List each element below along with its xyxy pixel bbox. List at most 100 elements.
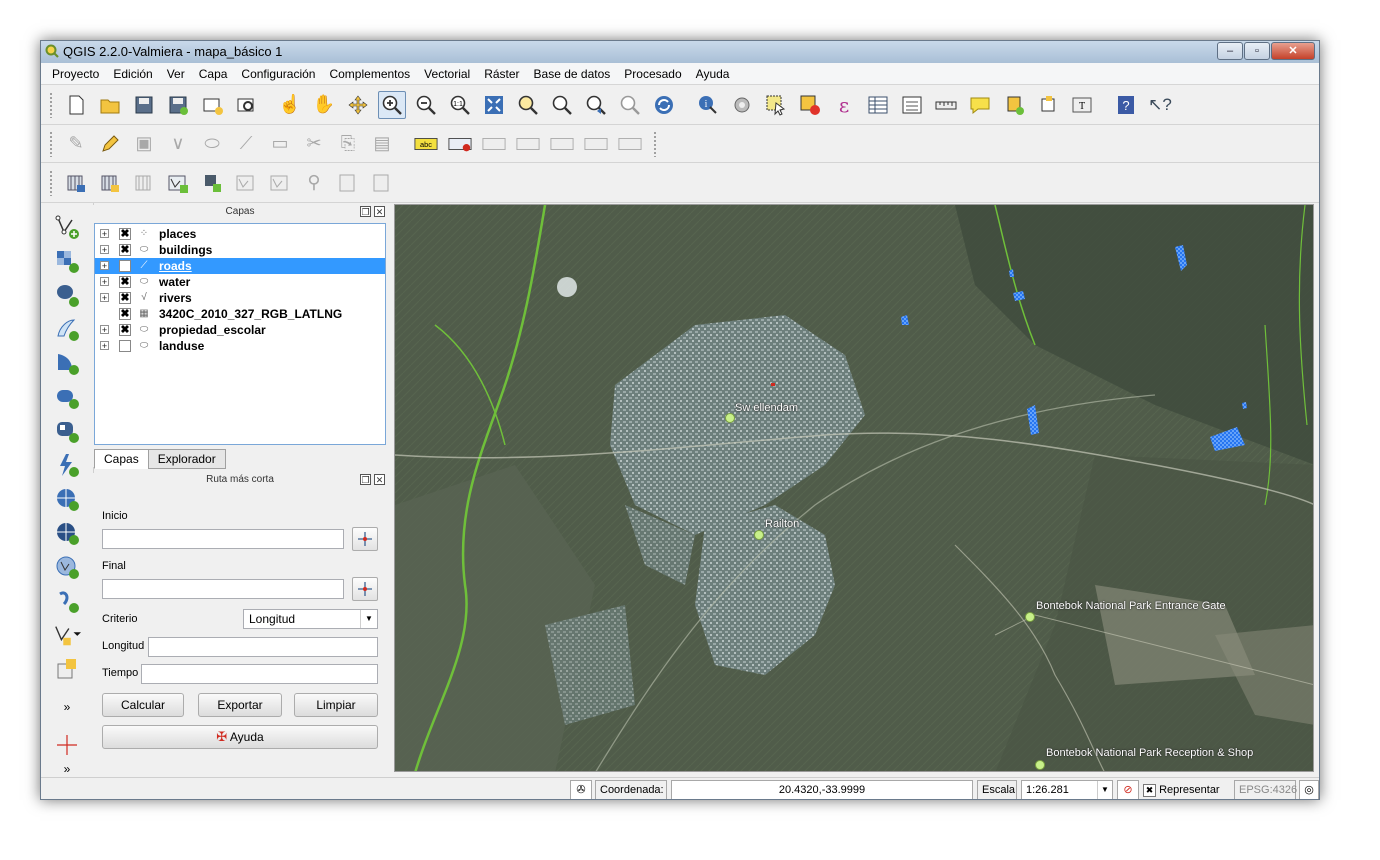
time-result-field[interactable] — [141, 664, 378, 684]
table-export-icon[interactable] — [368, 169, 396, 197]
new-vector-layer-icon[interactable] — [53, 621, 81, 649]
expand-icon[interactable]: + — [100, 293, 109, 303]
select-by-expression-icon[interactable]: ε — [830, 91, 858, 119]
menu-procesado[interactable]: Procesado — [617, 67, 688, 81]
pan-to-selection-icon[interactable] — [344, 91, 372, 119]
float-panel-icon[interactable]: ❐ — [360, 474, 371, 485]
zoom-last-icon[interactable] — [582, 91, 610, 119]
expand-icon[interactable]: + — [100, 325, 109, 335]
menu-vectorial[interactable]: Vectorial — [417, 67, 477, 81]
pan-hand-icon[interactable]: ✋ — [310, 91, 338, 119]
criteria-select[interactable]: Longitud ▼ — [243, 609, 378, 629]
layer-visibility-checkbox[interactable]: ✖ — [119, 276, 131, 288]
zoom-to-selection-icon[interactable] — [514, 91, 542, 119]
expand-icon[interactable]: + — [100, 245, 109, 255]
open-project-icon[interactable] — [96, 91, 124, 119]
map-canvas[interactable]: Sw ellendam Railton Bontebok National Pa… — [394, 204, 1314, 772]
zoom-native-resolution-icon[interactable]: 1:1 — [446, 91, 474, 119]
layer-labeling-icon[interactable] — [446, 130, 474, 158]
expand-icon[interactable]: + — [100, 261, 109, 271]
layer-visibility-checkbox[interactable]: ✖ — [119, 308, 131, 320]
zoom-to-layer-icon[interactable] — [548, 91, 576, 119]
pick-end-point-button[interactable] — [352, 577, 378, 601]
length-result-field[interactable] — [148, 637, 378, 657]
menu-raster[interactable]: Ráster — [477, 67, 526, 81]
message-log-icon[interactable]: ◎ — [1299, 780, 1319, 799]
close-panel-icon[interactable]: ✕ — [374, 206, 385, 217]
close-panel-icon[interactable]: ✕ — [374, 474, 385, 485]
calculate-button[interactable]: Calcular — [102, 693, 184, 717]
labeling-icon[interactable]: abc — [412, 130, 440, 158]
toolbar-grip[interactable] — [653, 130, 657, 157]
layer-item-landuse[interactable]: + ⬭ landuse — [95, 338, 385, 354]
expand-icon[interactable]: + — [100, 229, 109, 239]
layer-item-places[interactable]: + ✖ ⁘ places — [95, 226, 385, 242]
menu-complementos[interactable]: Complementos — [322, 67, 417, 81]
add-oracle-layer-icon[interactable] — [53, 383, 81, 411]
open-attribute-table-icon[interactable] — [864, 91, 892, 119]
select-features-icon[interactable] — [762, 91, 790, 119]
tab-capas[interactable]: Capas — [94, 449, 149, 469]
text-annotation-icon[interactable]: T — [1068, 91, 1096, 119]
layer-visibility-checkbox[interactable] — [119, 340, 131, 352]
paste-features-icon[interactable]: ▤ — [368, 130, 396, 158]
run-action-icon[interactable] — [728, 91, 756, 119]
whats-this-icon[interactable]: ↖? — [1146, 91, 1174, 119]
refresh-icon[interactable] — [650, 91, 678, 119]
map-tips-icon[interactable] — [966, 91, 994, 119]
move-feature-icon[interactable]: ⬭ — [198, 130, 226, 158]
add-vertex-layer-icon[interactable] — [164, 169, 192, 197]
menu-ayuda[interactable]: Ayuda — [689, 67, 737, 81]
layer-item-propiedad-escolar[interactable]: + ✖ ⬭ propiedad_escolar — [95, 322, 385, 338]
coordinate-field[interactable]: 20.4320,-33.9999 — [671, 780, 973, 799]
new-bookmark-icon[interactable] — [1000, 91, 1028, 119]
statistical-summary-icon[interactable] — [898, 91, 926, 119]
copy-features-icon[interactable]: ⎘ — [334, 130, 362, 158]
table-edit-icon[interactable] — [334, 169, 362, 197]
crs-status[interactable]: EPSG:4326 — [1234, 780, 1297, 799]
current-edits-icon[interactable]: ✎ — [62, 130, 90, 158]
float-panel-icon[interactable]: ❐ — [360, 206, 371, 217]
show-hide-labels-icon[interactable] — [514, 130, 542, 158]
close-button[interactable]: ✕ — [1271, 42, 1315, 60]
vertex-edit-disabled-icon[interactable] — [266, 169, 294, 197]
add-feature-icon[interactable]: ∨ — [164, 130, 192, 158]
add-wcs-layer-icon[interactable] — [53, 519, 81, 547]
measure-line-icon[interactable] — [932, 91, 960, 119]
help-button[interactable]: ✠ Ayuda — [102, 725, 378, 749]
identify-features-icon[interactable]: i — [694, 91, 722, 119]
layer-visibility-checkbox[interactable]: ✖ — [119, 244, 131, 256]
save-project-icon[interactable] — [130, 91, 158, 119]
deselect-features-icon[interactable] — [796, 91, 824, 119]
node-tool-icon[interactable]: ⟋ — [232, 130, 260, 158]
help-contents-icon[interactable]: ? — [1112, 91, 1140, 119]
menu-proyecto[interactable]: Proyecto — [45, 67, 106, 81]
new-project-icon[interactable] — [62, 91, 90, 119]
move-label-icon[interactable] — [548, 130, 576, 158]
menu-edicion[interactable]: Edición — [106, 67, 159, 81]
expand-icon[interactable]: + — [100, 341, 109, 351]
composer-manager-icon[interactable] — [232, 91, 260, 119]
zoom-next-icon[interactable] — [616, 91, 644, 119]
menu-configuracion[interactable]: Configuración — [234, 67, 322, 81]
layer-item-roads[interactable]: + ⟋ roads — [95, 258, 385, 274]
add-vector-layer-icon[interactable] — [53, 213, 81, 241]
add-layer-group-icon[interactable] — [96, 169, 124, 197]
add-delimited-text-layer-icon[interactable] — [53, 451, 81, 479]
toggle-editing-icon[interactable] — [96, 130, 124, 158]
layer-item-raster[interactable]: ✖ ▦ 3420C_2010_327_RGB_LATLNG — [95, 306, 385, 322]
rotate-label-icon[interactable] — [582, 130, 610, 158]
add-postgis-layer-icon[interactable] — [53, 281, 81, 309]
menu-ver[interactable]: Ver — [160, 67, 192, 81]
stop-render-icon[interactable]: ⊘ — [1117, 780, 1139, 799]
layer-item-buildings[interactable]: + ✖ ⬭ buildings — [95, 242, 385, 258]
vertex-tool-disabled-icon[interactable] — [232, 169, 260, 197]
add-wms-layer-icon[interactable] — [53, 485, 81, 513]
mouse-coordinate-toggle-icon[interactable]: ✇ — [570, 780, 592, 799]
add-sql-anywhere-layer-icon[interactable] — [53, 417, 81, 445]
toolbar-grip[interactable] — [49, 130, 53, 157]
node-move-icon[interactable]: ⚲ — [300, 169, 328, 197]
layer-visibility-checkbox[interactable]: ✖ — [119, 324, 131, 336]
pin-labels-icon[interactable] — [480, 130, 508, 158]
add-spatialite-layer-icon[interactable] — [53, 315, 81, 343]
